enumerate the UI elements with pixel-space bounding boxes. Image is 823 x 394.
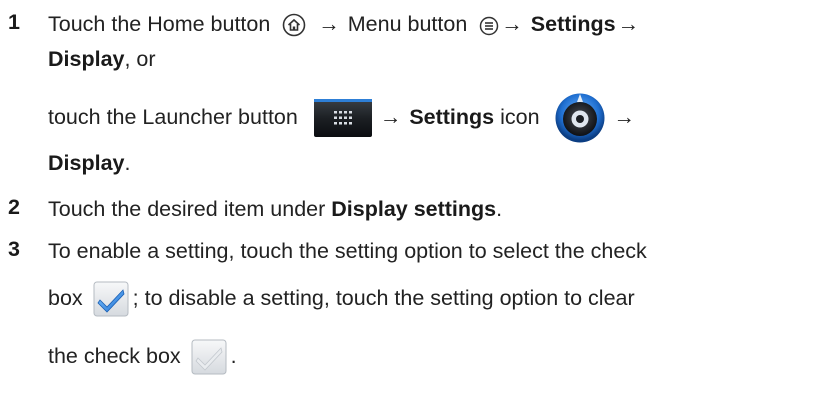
step-text: .: [230, 344, 237, 368]
step-1-line-2: Display, or: [48, 45, 156, 73]
step-1-line-3: touch the Launcher button → Settings ico…: [48, 90, 637, 144]
step-3-line-1: To enable a setting, touch the setting o…: [48, 239, 647, 263]
arrow: →: [501, 12, 523, 36]
step-text: box: [48, 286, 83, 310]
step-text: Touch the desired item under: [48, 197, 332, 221]
unchecked-checkbox-icon: [191, 339, 227, 375]
step-3-line-2: box ; to disable a setting, touch the se…: [48, 272, 635, 324]
step-3-line-3: the check box .: [48, 330, 237, 382]
step-1-line-1: Touch the Home button → Menu button → Se…: [48, 10, 641, 38]
launcher-button-icon: [313, 99, 372, 138]
step-number: 3: [8, 237, 20, 261]
settings-label: Settings: [409, 105, 495, 129]
step-number: 2: [8, 195, 20, 219]
step-text: icon: [494, 105, 540, 129]
step-text: Touch the Home button: [48, 12, 271, 36]
display-settings-label: Display settings: [331, 197, 497, 221]
arrow: →: [379, 105, 402, 129]
settings-label: Settings: [530, 12, 616, 36]
arrow: →: [318, 12, 340, 36]
step-text: .: [124, 151, 131, 175]
settings-icon: [554, 92, 606, 144]
step-text: the check box: [48, 344, 181, 368]
step-text: .: [496, 197, 503, 221]
step-text: , or: [124, 47, 156, 71]
display-label: Display: [48, 47, 125, 71]
menu-icon: [479, 15, 499, 36]
step-2-line-1: Touch the desired item under Display set…: [48, 195, 502, 223]
step-1-line-4: Display.: [48, 149, 130, 177]
home-icon: [282, 13, 306, 37]
display-label: Display: [48, 151, 125, 175]
step-text: touch the Launcher button: [48, 105, 298, 129]
step-text: ; to disable a setting, touch the settin…: [132, 286, 635, 310]
step-text: Menu button: [347, 12, 468, 36]
arrow: →: [617, 12, 640, 36]
step-number: 1: [8, 10, 20, 34]
checked-checkbox-icon: [93, 281, 129, 317]
arrow: →: [613, 105, 636, 129]
